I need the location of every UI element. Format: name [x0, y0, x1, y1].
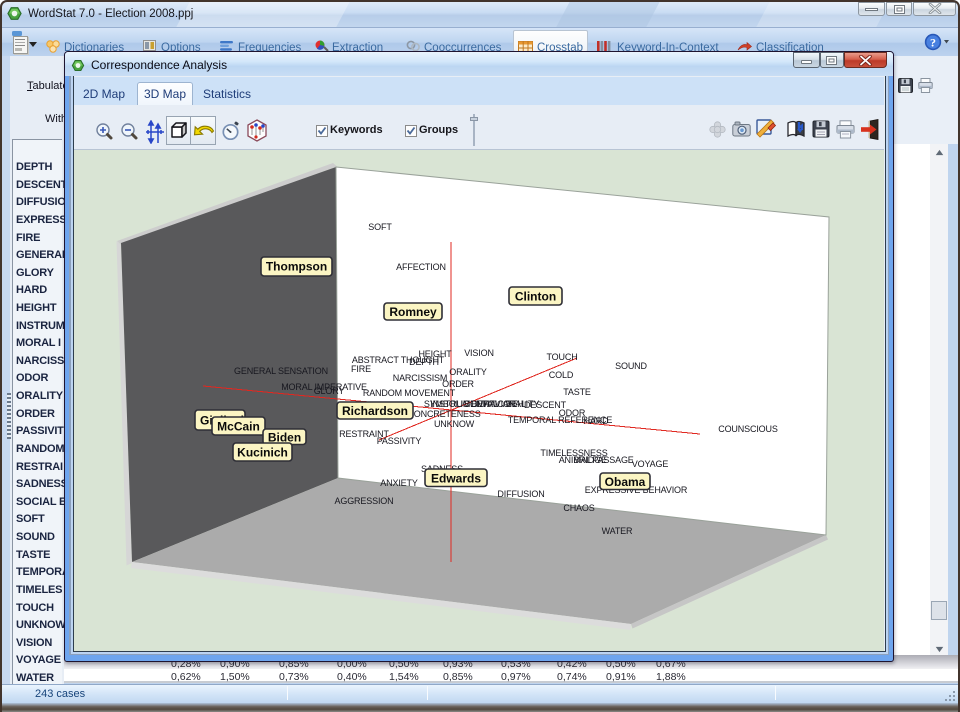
- svg-text:WATER: WATER: [602, 526, 633, 536]
- svg-text:DEPTH: DEPTH: [409, 357, 439, 367]
- svg-text:Thompson: Thompson: [266, 260, 327, 274]
- svg-text:TOUCH: TOUCH: [546, 352, 577, 362]
- svg-text:GENERAL SENSATION: GENERAL SENSATION: [234, 366, 328, 376]
- svg-text:SOFT: SOFT: [368, 222, 392, 232]
- svg-text:SOUND: SOUND: [615, 361, 647, 371]
- svg-text:PASSAGE: PASSAGE: [592, 455, 633, 465]
- svg-text:ORALITY: ORALITY: [449, 367, 487, 377]
- svg-text:RANDOM MOVEMENT: RANDOM MOVEMENT: [363, 388, 456, 398]
- svg-text:Obama: Obama: [605, 475, 646, 489]
- svg-text:TASTE: TASTE: [563, 387, 591, 397]
- svg-text:CHAOS: CHAOS: [563, 503, 594, 513]
- svg-text:COUNSCIOUS: COUNSCIOUS: [718, 424, 778, 434]
- svg-text:?: ?: [930, 36, 936, 50]
- svg-text:UNKNOW: UNKNOW: [434, 419, 475, 429]
- svg-text:HARD: HARD: [584, 416, 610, 426]
- svg-text:AGGRESSION: AGGRESSION: [334, 496, 393, 506]
- svg-text:ANXIETY: ANXIETY: [380, 478, 418, 488]
- svg-text:McCain: McCain: [217, 420, 260, 434]
- svg-text:Edwards: Edwards: [431, 472, 481, 486]
- svg-text:DIFFUSION: DIFFUSION: [497, 489, 544, 499]
- svg-text:COLD: COLD: [549, 370, 574, 380]
- svg-text:PASSIVITY: PASSIVITY: [377, 436, 422, 446]
- svg-text:VISION: VISION: [464, 348, 494, 358]
- svg-text:NARCISSISM: NARCISSISM: [393, 373, 448, 383]
- svg-text:Clinton: Clinton: [515, 290, 556, 304]
- svg-text:GLORY: GLORY: [314, 386, 345, 396]
- svg-text:AFFECTION: AFFECTION: [396, 262, 446, 272]
- svg-text:CONCRETENESS: CONCRETENESS: [407, 409, 480, 419]
- svg-text:Richardson: Richardson: [342, 404, 408, 418]
- svg-text:Romney: Romney: [389, 305, 437, 319]
- svg-text:Kucinich: Kucinich: [237, 446, 288, 460]
- svg-text:VOYAGE: VOYAGE: [632, 459, 669, 469]
- svg-text:FIRE: FIRE: [351, 364, 371, 374]
